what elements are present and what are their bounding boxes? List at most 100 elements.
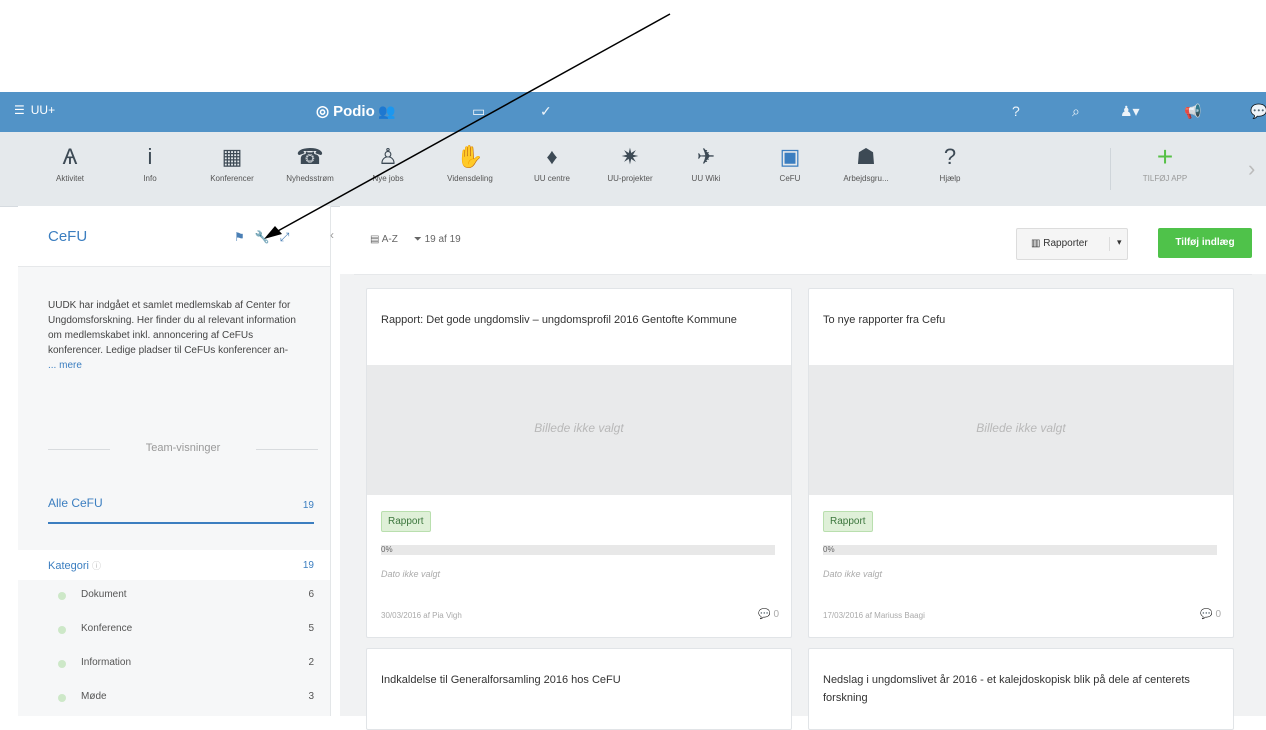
conference-icon: ▦ xyxy=(221,144,243,169)
workgroup-icon: ☗ xyxy=(856,144,876,169)
category-count: 19 xyxy=(302,560,314,571)
card-title[interactable]: Nedslag i ungdomslivet år 2016 - et kale… xyxy=(823,671,1217,707)
app-vidensdeling[interactable]: ✋ Vidensdeling xyxy=(430,142,510,183)
podio-logo-icon: ◎ xyxy=(316,103,330,120)
card-meta: 17/03/2016 af Mariuss Baagi xyxy=(823,611,925,620)
sidebar: CeFU ⚑ 🔧 ⤢ UUDK har indgået et samlet me… xyxy=(18,206,331,716)
sidebar-tools: ⚑ 🔧 ⤢ xyxy=(234,230,289,245)
menu-icon: ☰ xyxy=(14,103,25,117)
chat-icon[interactable]: 💬 xyxy=(1250,103,1266,120)
app-hjælp[interactable]: ? Hjælp xyxy=(910,142,990,183)
centres-icon: ♦ xyxy=(546,144,558,169)
filter-icon: ⏷ xyxy=(413,234,422,245)
user-icon[interactable]: ♟▾ xyxy=(1120,103,1140,120)
app-nye-jobs[interactable]: ♙ Nye jobs xyxy=(348,142,428,183)
card-title[interactable]: To nye rapporter fra Cefu xyxy=(823,311,1217,329)
app-aktivitet[interactable]: Ѧ Aktivitet xyxy=(30,142,110,183)
add-app-icon: + xyxy=(1156,141,1174,172)
card-tag: Rapport xyxy=(823,511,873,532)
card-tag: Rapport xyxy=(381,511,431,532)
podio-logo[interactable]: ◎ Podio xyxy=(316,102,375,121)
card-image-placeholder: Billede ikke valgt xyxy=(809,365,1233,495)
search-icon[interactable]: ⌕ xyxy=(1072,103,1080,120)
cefu-icon: ▣ xyxy=(779,144,801,169)
toolbar-divider xyxy=(354,274,1252,275)
reports-button[interactable]: ▥ Rapporter ▾ xyxy=(1016,228,1128,260)
share-icon[interactable]: ⚑ xyxy=(234,230,245,245)
sort-control[interactable]: ▤ A-Z xyxy=(370,234,398,245)
card-date: Dato ikke valgt xyxy=(381,569,441,579)
category-label: Kategori xyxy=(48,560,89,572)
category-dot-icon xyxy=(58,694,66,702)
progress-bar xyxy=(823,545,1217,555)
inbox-icon[interactable]: ▭ xyxy=(472,103,485,120)
app-info[interactable]: i Info xyxy=(110,142,190,183)
workspace-switcher[interactable]: ☰ UU+ xyxy=(14,103,55,117)
help-icon[interactable]: ? xyxy=(1012,103,1020,119)
add-item-button[interactable]: Tilføj indlæg xyxy=(1158,228,1252,258)
workspace-name: UU+ xyxy=(30,103,56,117)
item-card[interactable]: Nedslag i ungdomslivet år 2016 - et kale… xyxy=(808,648,1234,730)
app-konferencer[interactable]: ▦ Konferencer xyxy=(192,142,272,183)
info-icon: ⓘ xyxy=(92,561,102,571)
help-icon: ? xyxy=(943,144,957,169)
progress-label: 0% xyxy=(823,545,835,554)
category-item[interactable]: Konference 5 xyxy=(18,618,330,652)
app-uu-centre[interactable]: ♦ UU centre xyxy=(512,142,592,183)
comment-icon: 💬 xyxy=(758,609,771,620)
more-link[interactable]: ... mere xyxy=(48,360,82,371)
item-card[interactable]: Rapport: Det gode ungdomsliv – ungdomspr… xyxy=(366,288,792,638)
app-title[interactable]: CeFU xyxy=(48,228,87,245)
card-title[interactable]: Indkaldelse til Generalforsamling 2016 h… xyxy=(381,671,775,689)
knowledge-icon: ✋ xyxy=(456,144,484,169)
comment-icon: 💬 xyxy=(1200,609,1213,620)
category-item[interactable]: Information 2 xyxy=(18,652,330,686)
progress-bar xyxy=(381,545,775,555)
notifications-icon[interactable]: 📢 xyxy=(1184,103,1201,120)
app-cefu[interactable]: ▣ CeFU xyxy=(750,142,830,183)
expand-icon[interactable]: ⤢ xyxy=(280,230,290,245)
item-card[interactable]: Indkaldelse til Generalforsamling 2016 h… xyxy=(366,648,792,730)
chevron-right-icon[interactable]: › xyxy=(1248,156,1255,182)
app-uu-wiki[interactable]: ✈ UU Wiki xyxy=(666,142,746,183)
card-date: Dato ikke valgt xyxy=(823,569,883,579)
view-all-cefu[interactable]: Alle CeFU 19 xyxy=(48,494,314,524)
app-arbejdsgru-[interactable]: ☗ Arbejdsgru... xyxy=(826,142,906,183)
app-tilføj-app[interactable]: + TILFØJ APP xyxy=(1125,141,1205,184)
category-item[interactable]: Møde 3 xyxy=(18,686,330,720)
category-filter[interactable]: Kategori ⓘ 19 xyxy=(18,550,330,580)
jobs-icon: ♙ xyxy=(378,144,398,169)
wrench-icon[interactable]: 🔧 xyxy=(255,230,270,245)
activity-icon: Ѧ xyxy=(62,144,78,169)
wiki-icon: ✈ xyxy=(696,144,716,169)
report-icon: ▥ xyxy=(1031,238,1041,249)
comments-count[interactable]: 💬 0 xyxy=(1200,609,1221,620)
card-image-placeholder: Billede ikke valgt xyxy=(367,365,791,495)
projects-icon: ✷ xyxy=(620,144,640,169)
top-navigation-bar: ☰ UU+ ◎ Podio 👥 ▭ ✓ ? ⌕ ♟▾ 📢 💬 xyxy=(0,92,1266,132)
progress-label: 0% xyxy=(381,545,393,554)
card-title[interactable]: Rapport: Det gode ungdomsliv – ungdomspr… xyxy=(381,311,775,329)
app-nyhedsstrøm[interactable]: ☎ Nyhedsstrøm xyxy=(270,142,350,183)
view-all-count: 19 xyxy=(302,500,314,511)
category-item[interactable]: Dokument 6 xyxy=(18,584,330,618)
team-views-heading: Team-visninger xyxy=(48,442,318,454)
app-description: UUDK har indgået et samlet medlemskab af… xyxy=(48,300,296,371)
category-dot-icon xyxy=(58,660,66,668)
category-dot-icon xyxy=(58,626,66,634)
items-toolbar: ▤ A-Z ⏷ 19 af 19 ▥ Rapporter ▾ Tilføj in… xyxy=(340,206,1266,274)
item-card[interactable]: To nye rapporter fra Cefu Billede ikke v… xyxy=(808,288,1234,638)
collapse-sidebar-icon[interactable]: ‹ xyxy=(330,228,340,246)
info-icon: i xyxy=(147,144,153,169)
tasks-icon[interactable]: ✓ xyxy=(540,103,552,120)
category-list: Dokument 6 Konference 5 Information 2 Mø… xyxy=(18,584,330,720)
comments-count[interactable]: 💬 0 xyxy=(758,609,779,620)
contacts-icon[interactable]: 👥 xyxy=(378,103,395,120)
chevron-down-icon[interactable]: ▾ xyxy=(1109,237,1122,251)
layout-icon: ▤ xyxy=(370,234,380,245)
card-meta: 30/03/2016 af Pia Vigh xyxy=(381,611,462,620)
app-uu-projekter[interactable]: ✷ UU-projekter xyxy=(590,142,670,183)
filter-control[interactable]: ⏷ 19 af 19 xyxy=(414,234,461,245)
sidebar-header: CeFU ⚑ 🔧 ⤢ xyxy=(18,206,330,267)
main-content: ▤ A-Z ⏷ 19 af 19 ▥ Rapporter ▾ Tilføj in… xyxy=(340,206,1266,730)
